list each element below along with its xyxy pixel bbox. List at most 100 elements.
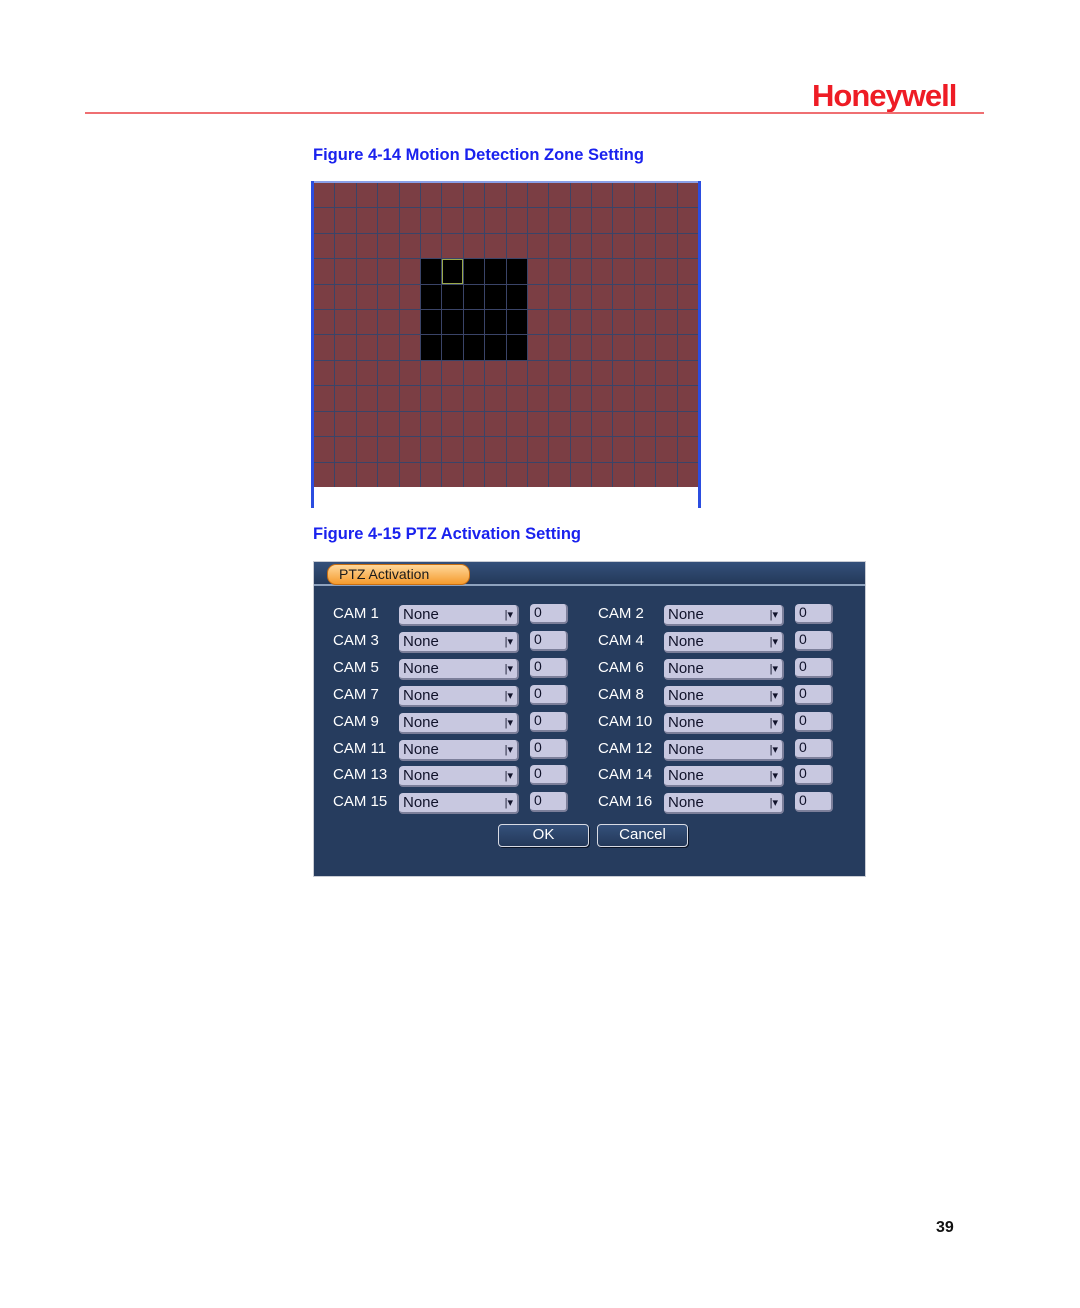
grid-cell-active[interactable]	[399, 259, 420, 284]
grid-cell-active[interactable]	[335, 310, 356, 335]
ptz-number-input[interactable]: 0	[530, 765, 568, 786]
grid-cell-active[interactable]	[570, 233, 592, 259]
grid-cell-active[interactable]	[463, 183, 485, 208]
grid-cell-active[interactable]	[506, 386, 527, 411]
grid-cell-active[interactable]	[656, 259, 677, 284]
grid-cell-active[interactable]	[613, 259, 634, 284]
ptz-number-input[interactable]: 0	[795, 792, 833, 813]
grid-cell-active[interactable]	[656, 335, 677, 360]
grid-cell-active[interactable]	[549, 208, 570, 233]
ptz-type-dropdown[interactable]: None |▾	[399, 739, 519, 761]
grid-cell-active[interactable]	[549, 183, 570, 208]
grid-cell-active[interactable]	[634, 183, 656, 208]
grid-cell-active[interactable]	[506, 411, 527, 437]
grid-cell-inactive[interactable]	[485, 335, 506, 360]
grid-cell-active[interactable]	[335, 437, 356, 462]
grid-cell-active[interactable]	[613, 360, 634, 386]
grid-cell-active[interactable]	[613, 310, 634, 335]
grid-cell-active[interactable]	[314, 335, 335, 360]
grid-cell-active[interactable]	[592, 411, 613, 437]
grid-cell-active[interactable]	[463, 411, 485, 437]
grid-cell-inactive[interactable]	[506, 335, 527, 360]
grid-cell-active[interactable]	[677, 259, 698, 284]
ptz-type-dropdown[interactable]: None |▾	[664, 766, 784, 788]
grid-cell-active[interactable]	[570, 437, 592, 462]
grid-cell-active[interactable]	[656, 386, 677, 411]
ptz-number-input[interactable]: 0	[795, 738, 833, 759]
grid-cell-active[interactable]	[656, 360, 677, 386]
grid-cell-active[interactable]	[420, 386, 442, 411]
grid-cell-active[interactable]	[463, 360, 485, 386]
ptz-number-input[interactable]: 0	[795, 657, 833, 678]
ptz-type-dropdown[interactable]: None |▾	[399, 685, 519, 707]
grid-cell-active[interactable]	[592, 437, 613, 462]
grid-cell-active[interactable]	[570, 462, 592, 487]
ptz-number-input[interactable]: 0	[795, 630, 833, 651]
grid-cell-active[interactable]	[613, 437, 634, 462]
ptz-type-dropdown[interactable]: None |▾	[399, 631, 519, 653]
grid-cell-active[interactable]	[442, 437, 463, 462]
grid-cell-active[interactable]	[485, 437, 506, 462]
grid-cell-inactive[interactable]	[420, 259, 442, 284]
grid-cell-active[interactable]	[356, 259, 378, 284]
grid-cell-active[interactable]	[677, 335, 698, 360]
grid-cell-active[interactable]	[378, 335, 399, 360]
grid-cell-active[interactable]	[592, 360, 613, 386]
grid-cell-active[interactable]	[677, 462, 698, 487]
grid-cell-active[interactable]	[570, 284, 592, 310]
grid-cell-active[interactable]	[592, 462, 613, 487]
ptz-type-dropdown[interactable]: None |▾	[664, 739, 784, 761]
grid-cell-active[interactable]	[399, 462, 420, 487]
grid-cell-active[interactable]	[656, 462, 677, 487]
grid-cell-active[interactable]	[420, 208, 442, 233]
grid-cell-inactive[interactable]	[442, 335, 463, 360]
grid-cell-active[interactable]	[356, 284, 378, 310]
grid-cell-active[interactable]	[442, 208, 463, 233]
grid-cell-active[interactable]	[570, 183, 592, 208]
grid-cell-active[interactable]	[485, 360, 506, 386]
grid-cell-active[interactable]	[527, 208, 549, 233]
grid-cell-active[interactable]	[442, 462, 463, 487]
grid-cell-active[interactable]	[399, 310, 420, 335]
ok-button[interactable]: OK	[498, 824, 589, 847]
grid-cell-active[interactable]	[549, 310, 570, 335]
grid-cell-active[interactable]	[485, 208, 506, 233]
ptz-number-input[interactable]: 0	[530, 657, 568, 678]
grid-cell-active[interactable]	[314, 310, 335, 335]
grid-cell-active[interactable]	[399, 208, 420, 233]
grid-cell-active[interactable]	[613, 411, 634, 437]
grid-cell-inactive[interactable]	[463, 259, 485, 284]
grid-cell-active[interactable]	[356, 386, 378, 411]
grid-cell-active[interactable]	[335, 208, 356, 233]
grid-cell-active[interactable]	[613, 284, 634, 310]
grid-cell-active[interactable]	[527, 259, 549, 284]
grid-cell-active[interactable]	[549, 437, 570, 462]
grid-cell-active[interactable]	[356, 411, 378, 437]
grid-cell-inactive[interactable]	[506, 310, 527, 335]
grid-cell-active[interactable]	[549, 386, 570, 411]
ptz-type-dropdown[interactable]: None |▾	[664, 685, 784, 707]
grid-cell-active[interactable]	[399, 360, 420, 386]
grid-cell-active[interactable]	[592, 233, 613, 259]
grid-cell-active[interactable]	[442, 183, 463, 208]
grid-cell-active[interactable]	[506, 183, 527, 208]
grid-cell-active[interactable]	[420, 360, 442, 386]
grid-cell-inactive[interactable]	[485, 259, 506, 284]
ptz-type-dropdown[interactable]: None |▾	[664, 793, 784, 815]
grid-cell-active[interactable]	[314, 462, 335, 487]
grid-cell-active[interactable]	[506, 360, 527, 386]
grid-cell-active[interactable]	[314, 284, 335, 310]
ptz-type-dropdown[interactable]: None |▾	[399, 766, 519, 788]
grid-cell-active[interactable]	[378, 310, 399, 335]
ptz-activation-tab[interactable]: PTZ Activation	[327, 564, 470, 585]
grid-cell-active[interactable]	[592, 259, 613, 284]
grid-cell-active[interactable]	[399, 183, 420, 208]
grid-cell-active[interactable]	[463, 462, 485, 487]
grid-cell-inactive[interactable]	[442, 310, 463, 335]
grid-cell-active[interactable]	[656, 208, 677, 233]
grid-cell-active[interactable]	[527, 335, 549, 360]
ptz-type-dropdown[interactable]: None |▾	[399, 605, 519, 626]
grid-cell-active[interactable]	[570, 208, 592, 233]
grid-cell-active[interactable]	[527, 360, 549, 386]
grid-cell-inactive[interactable]	[442, 259, 463, 284]
